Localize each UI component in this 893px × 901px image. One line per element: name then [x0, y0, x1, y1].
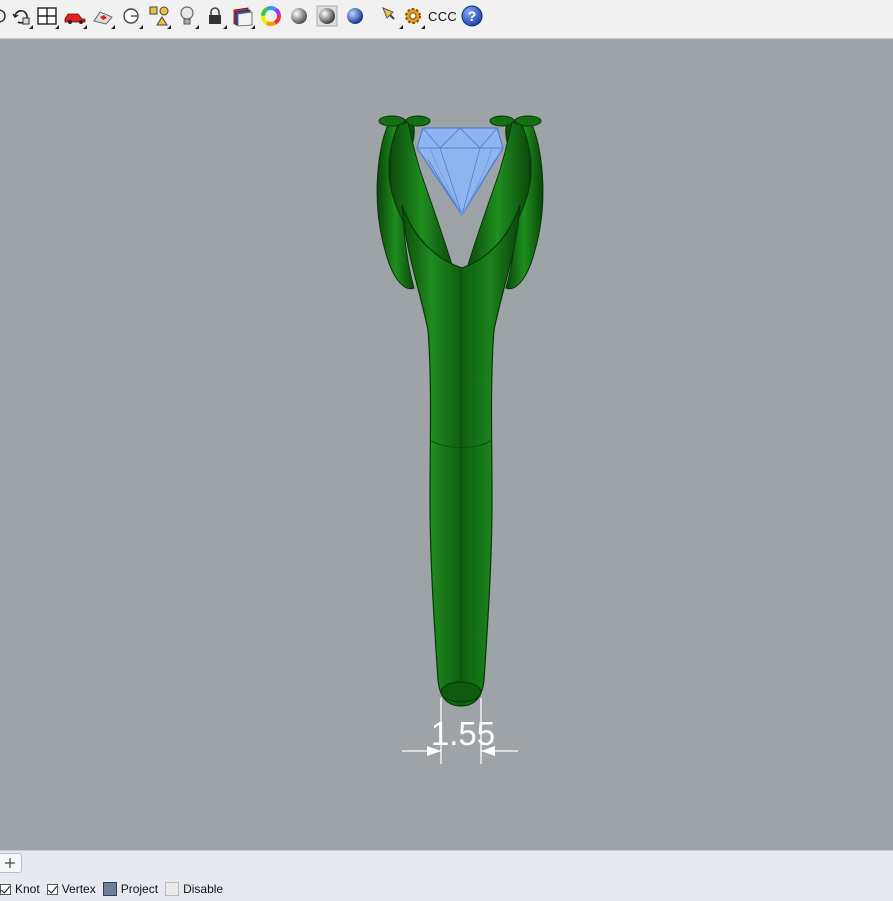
plus-icon	[5, 858, 15, 868]
perspective-viewport[interactable]: 1.55	[0, 39, 893, 850]
prong-tip	[489, 115, 515, 127]
snap-project[interactable]: Project	[102, 882, 159, 896]
dimension-label: 1.55	[430, 715, 496, 752]
svg-text:?: ?	[468, 8, 477, 24]
knot-checkbox[interactable]	[0, 883, 11, 895]
four-viewports-icon[interactable]	[34, 2, 60, 30]
car-icon[interactable]	[62, 2, 88, 30]
color-wheel-icon[interactable]	[258, 2, 284, 30]
prong-tip	[405, 115, 431, 127]
layers-book-icon[interactable]	[230, 2, 256, 30]
vertex-checkbox[interactable]	[46, 883, 58, 895]
gear-icon[interactable]	[400, 2, 426, 30]
snap-label: Vertex	[61, 882, 96, 896]
main-toolbar: CCC ?	[0, 0, 893, 39]
snap-label: Disable	[183, 882, 224, 896]
add-viewport-tab-button[interactable]	[0, 853, 22, 873]
snap-vertex[interactable]: Vertex	[46, 882, 96, 896]
blue-sphere-icon[interactable]	[342, 2, 368, 30]
objects-icon[interactable]	[146, 2, 172, 30]
rotate-view-icon[interactable]	[8, 2, 34, 30]
rendered-sphere-icon[interactable]	[314, 2, 340, 30]
set-view-icon[interactable]	[118, 2, 144, 30]
snap-label: Knot	[15, 882, 40, 896]
disable-checkbox[interactable]	[165, 882, 180, 896]
light-bulb-icon[interactable]	[174, 2, 200, 30]
car-tilted-icon[interactable]	[90, 2, 116, 30]
lock-icon[interactable]	[202, 2, 228, 30]
osnap-bar: Knot Vertex Project Disable	[0, 880, 230, 898]
help-icon[interactable]: ?	[459, 2, 485, 30]
snap-label: Project	[120, 882, 159, 896]
shank-bottom	[440, 681, 482, 703]
shaded-sphere-icon[interactable]	[286, 2, 312, 30]
bottom-panel: Knot Vertex Project Disable	[0, 850, 893, 901]
ccc-button[interactable]: CCC	[428, 9, 457, 24]
snap-disable[interactable]: Disable	[165, 882, 223, 896]
project-checkbox[interactable]	[102, 882, 117, 896]
snap-knot[interactable]: Knot	[0, 882, 40, 896]
